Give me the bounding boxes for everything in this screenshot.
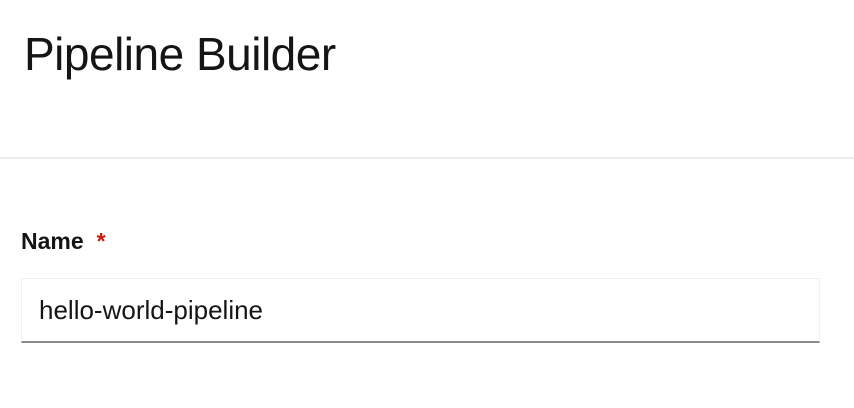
page-title: Pipeline Builder bbox=[24, 28, 336, 80]
pipeline-form: Name * bbox=[21, 226, 820, 343]
name-label-text: Name bbox=[21, 227, 84, 254]
required-asterisk: * bbox=[96, 227, 106, 254]
page-header: Pipeline Builder bbox=[0, 0, 854, 159]
name-input[interactable] bbox=[21, 278, 820, 343]
name-field-label: Name * bbox=[21, 226, 820, 256]
pipeline-builder-page: Pipeline Builder Name * bbox=[0, 0, 854, 408]
